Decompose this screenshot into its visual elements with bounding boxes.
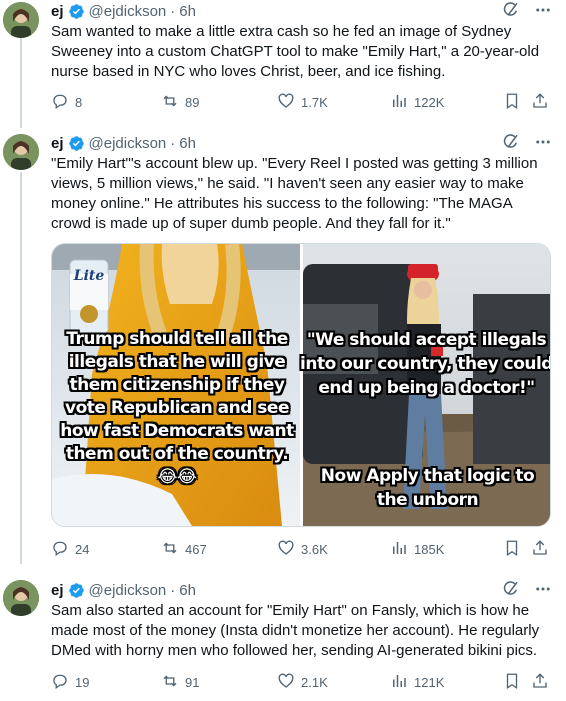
grok-icon[interactable]	[502, 580, 520, 603]
separator-dot: ·	[170, 581, 176, 599]
tweet-actions: 19 91 2.1K 121K	[51, 672, 551, 692]
bookmark-button[interactable]	[503, 672, 521, 693]
bookmark-icon	[503, 672, 521, 693]
timestamp[interactable]: 6h	[179, 582, 196, 599]
repost-icon	[161, 672, 179, 693]
tweet[interactable]: ej @ejdickson · 6h Sam also started an a…	[0, 0, 566, 701]
repost-count: 91	[185, 675, 200, 690]
verified-badge-icon	[68, 582, 85, 599]
tweet-header-actions	[502, 580, 552, 603]
like-icon	[277, 672, 295, 693]
handle[interactable]: @ejdickson	[89, 582, 167, 599]
reply-button[interactable]: 19	[51, 672, 89, 693]
like-count: 2.1K	[301, 675, 328, 690]
share-button[interactable]	[531, 672, 549, 693]
more-icon[interactable]	[534, 580, 552, 603]
reply-count: 19	[75, 675, 90, 690]
views-button[interactable]: 121K	[390, 672, 444, 693]
like-button[interactable]: 2.1K	[277, 672, 328, 693]
repost-button[interactable]: 91	[161, 672, 199, 693]
avatar[interactable]	[3, 580, 39, 616]
views-count: 121K	[414, 675, 445, 690]
share-icon	[531, 672, 549, 693]
tweet-text: Sam also started an account for "Emily H…	[51, 602, 540, 659]
reply-icon	[51, 672, 69, 693]
views-icon	[390, 672, 408, 693]
display-name[interactable]: ej	[51, 582, 64, 599]
tweet-header: ej @ejdickson · 6h	[51, 580, 196, 600]
